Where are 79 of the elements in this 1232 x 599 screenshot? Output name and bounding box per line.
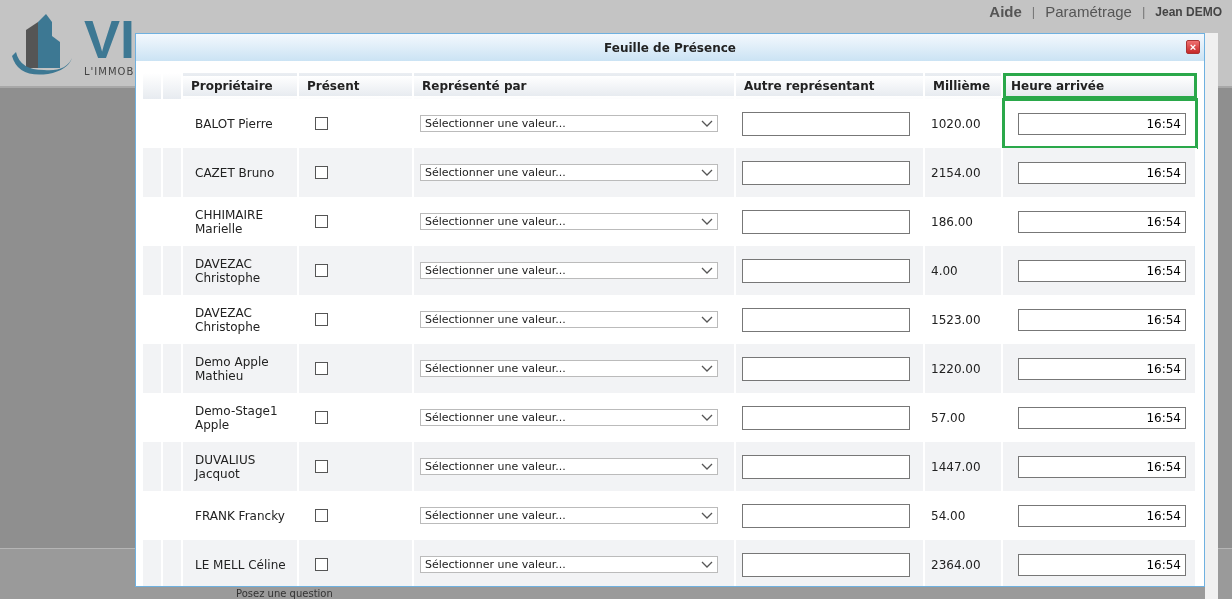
table-cell: 1220.00 <box>925 344 1003 393</box>
chevron-down-icon <box>701 463 713 470</box>
table-cell: 1447.00 <box>925 442 1003 491</box>
input-field[interactable] <box>742 111 910 136</box>
present-checkbox[interactable] <box>315 264 328 277</box>
input-field[interactable] <box>742 405 910 430</box>
column-header: Présent <box>299 73 414 99</box>
column-header: Autre représentant <box>736 73 925 99</box>
time-field[interactable]: 16:54 <box>1018 406 1186 429</box>
input-field[interactable] <box>742 454 910 479</box>
chevron-down-icon <box>701 316 713 323</box>
table-cell: 4.00 <box>925 246 1003 295</box>
input-field[interactable] <box>742 356 910 381</box>
table-cell: Demo Apple Mathieu <box>183 344 299 393</box>
header-cell <box>143 73 163 99</box>
representative-select[interactable]: Sélectionner une valeur... <box>420 213 718 230</box>
header-cell <box>163 73 183 99</box>
separator: | <box>1031 4 1036 19</box>
chevron-down-icon <box>701 365 713 372</box>
representative-select[interactable]: Sélectionner une valeur... <box>420 164 718 181</box>
logo-text: VI <box>84 11 136 66</box>
column-header: Heure arrivée <box>1003 73 1197 99</box>
time-field[interactable]: 16:54 <box>1018 112 1186 135</box>
input-field[interactable] <box>742 209 910 234</box>
representative-select[interactable]: Sélectionner une valeur... <box>420 311 718 328</box>
time-field[interactable]: 16:54 <box>1018 161 1186 184</box>
input-field[interactable] <box>742 160 910 185</box>
present-checkbox[interactable] <box>315 411 328 424</box>
table-cell: 2364.00 <box>925 540 1003 586</box>
chevron-down-icon <box>701 120 713 127</box>
chevron-down-icon <box>701 169 713 176</box>
representative-select[interactable]: Sélectionner une valeur... <box>420 115 718 132</box>
present-checkbox[interactable] <box>315 362 328 375</box>
input-field[interactable] <box>742 552 910 577</box>
separator: | <box>1141 4 1146 19</box>
logo-tagline: L'IMMOB <box>84 65 136 77</box>
column-header: Propriétaire <box>183 73 299 99</box>
close-button[interactable]: × <box>1186 40 1200 54</box>
present-checkbox[interactable] <box>315 509 328 522</box>
time-field[interactable]: 16:54 <box>1018 259 1186 282</box>
representative-select[interactable]: Sélectionner une valeur... <box>420 556 718 573</box>
input-field[interactable] <box>742 258 910 283</box>
chevron-down-icon <box>701 414 713 421</box>
input-field[interactable] <box>742 503 910 528</box>
representative-select[interactable]: Sélectionner une valeur... <box>420 360 718 377</box>
present-checkbox[interactable] <box>315 313 328 326</box>
representative-select[interactable]: Sélectionner une valeur... <box>420 262 718 279</box>
column-header: Millième <box>925 73 1003 99</box>
scrollbar[interactable] <box>1205 33 1218 599</box>
representative-select[interactable]: Sélectionner une valeur... <box>420 458 718 475</box>
present-checkbox[interactable] <box>315 460 328 473</box>
present-checkbox[interactable] <box>315 558 328 571</box>
present-checkbox[interactable] <box>315 117 328 130</box>
table-cell: 2154.00 <box>925 148 1003 197</box>
time-field[interactable]: 16:54 <box>1018 455 1186 478</box>
nav-link[interactable]: Paramétrage <box>1045 3 1132 20</box>
user-name[interactable]: Jean DEMO <box>1155 4 1222 19</box>
time-field[interactable]: 16:54 <box>1018 504 1186 527</box>
chevron-down-icon <box>701 218 713 225</box>
table-cell: DUVALIUS Jacquot <box>183 442 299 491</box>
table-cell: DAVEZAC Christophe <box>183 246 299 295</box>
dialog-title: Feuille de Présence <box>604 40 736 55</box>
present-checkbox[interactable] <box>315 166 328 179</box>
time-field[interactable]: 16:54 <box>1018 553 1186 576</box>
help-link[interactable]: Posez une question <box>236 588 333 599</box>
time-field[interactable]: 16:54 <box>1018 210 1186 233</box>
table-cell: CAZET Bruno <box>183 148 299 197</box>
nav-link[interactable]: Aide <box>989 3 1022 20</box>
time-field[interactable]: 16:54 <box>1018 308 1186 331</box>
present-checkbox[interactable] <box>315 215 328 228</box>
representative-select[interactable]: Sélectionner une valeur... <box>420 507 718 524</box>
chevron-down-icon <box>701 561 713 568</box>
chevron-down-icon <box>701 267 713 274</box>
table-cell: LE MELL Céline <box>183 540 299 586</box>
representative-select[interactable]: Sélectionner une valeur... <box>420 409 718 426</box>
input-field[interactable] <box>742 307 910 332</box>
column-header: Représenté par <box>414 73 736 99</box>
chevron-down-icon <box>701 512 713 519</box>
time-field[interactable]: 16:54 <box>1018 357 1186 380</box>
